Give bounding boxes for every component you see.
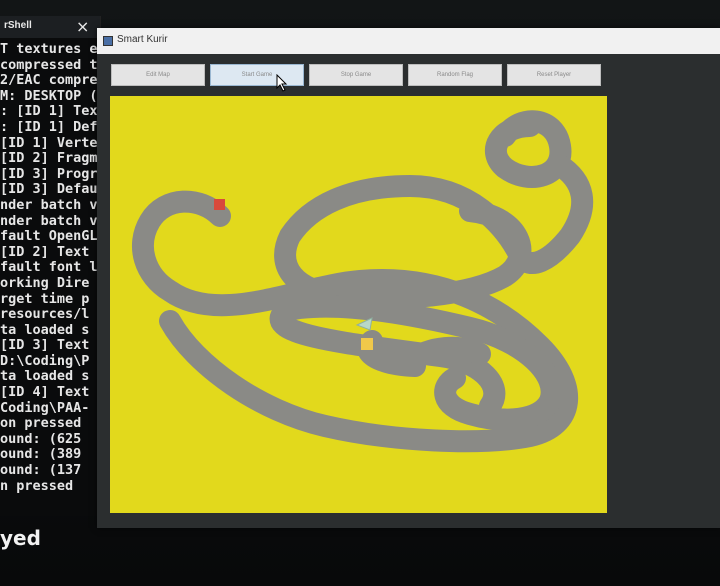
taskbar-label: yed — [0, 526, 41, 550]
terminal-line: [ID 3] Text — [0, 337, 90, 354]
terminal-line: ound: (137 — [0, 462, 82, 479]
terminal-line: : [ID 1] Defa — [0, 118, 100, 135]
package-source-marker — [361, 338, 373, 350]
terminal-line: n pressed — [0, 477, 74, 494]
powershell-window: rShell × T textures e: compressed t 2/EAC… — [0, 16, 101, 516]
app-title: Smart Kurir — [117, 34, 168, 45]
terminal-line: [ID 2] Text — [0, 243, 90, 260]
map-canvas[interactable] — [110, 96, 607, 513]
terminal-line: [ID 2] Fragm — [0, 150, 98, 167]
terminal-line: T textures e: — [0, 42, 100, 57]
powershell-title: rShell — [4, 20, 32, 31]
terminal-line: : [ID 1] Text — [0, 103, 100, 120]
terminal-line: fault font l — [0, 259, 98, 276]
terminal-line: ound: (389 — [0, 446, 82, 463]
terminal-line: compressed t — [0, 56, 98, 73]
stop-game-button[interactable]: Stop Game — [309, 64, 403, 86]
terminal-line: orking Dire — [0, 274, 90, 291]
terminal-line: resources/l — [0, 306, 90, 323]
desktop-screen: rShell × T textures e: compressed t 2/EAC… — [0, 0, 720, 586]
app-titlebar[interactable]: Smart Kurir — [97, 28, 720, 54]
terminal-line: ta loaded s — [0, 321, 90, 338]
app-icon — [103, 36, 113, 46]
terminal-line: nder batch v — [0, 212, 98, 229]
terminal-line: D:\Coding\P — [0, 352, 90, 369]
toolbar: Edit Map Start Game Stop Game Random Fla… — [107, 64, 707, 86]
reset-player-button[interactable]: Reset Player — [507, 64, 601, 86]
random-flag-button[interactable]: Random Flag — [408, 64, 502, 86]
flag-marker — [214, 199, 225, 210]
terminal-line: on pressed — [0, 415, 82, 432]
terminal-line: 2/EAC compres — [0, 72, 100, 89]
terminal-line: Coding\PAA- — [0, 399, 90, 416]
terminal-line: [ID 4] Text — [0, 384, 90, 401]
powershell-titlebar[interactable]: rShell × — [0, 16, 100, 38]
powershell-output: T textures e: compressed t 2/EAC compres M… — [0, 42, 100, 522]
terminal-line: [ID 3] Defau — [0, 181, 98, 198]
terminal-line: M: DESKTOP (C — [0, 87, 100, 104]
mouse-cursor-icon — [276, 74, 288, 92]
terminal-line: ta loaded s — [0, 368, 90, 385]
terminal-line: fault OpenGL — [0, 228, 98, 245]
terminal-line: nder batch v — [0, 196, 98, 213]
terminal-line: [ID 3] Progr — [0, 165, 98, 182]
terminal-line: rget time p — [0, 290, 90, 307]
terminal-line: [ID 1] Verte — [0, 134, 98, 151]
close-icon[interactable]: × — [76, 17, 89, 36]
terminal-line: ound: (625 — [0, 430, 82, 447]
edit-map-button[interactable]: Edit Map — [111, 64, 205, 86]
app-window: Smart Kurir Edit Map Start Game Stop Gam… — [97, 28, 720, 528]
